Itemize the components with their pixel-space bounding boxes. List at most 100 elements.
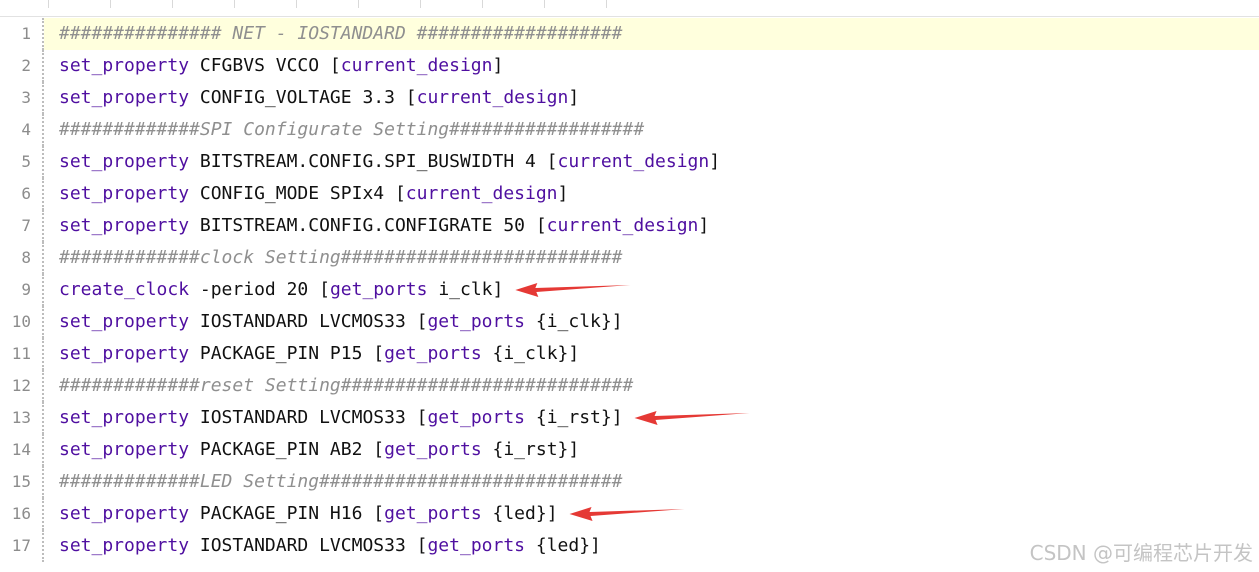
keyword-token: get_ports	[384, 439, 482, 460]
line-number: 6	[0, 178, 44, 210]
line-number: 1	[0, 18, 44, 50]
keyword-token: current_design	[416, 87, 569, 108]
line-code[interactable]: set_property CONFIG_MODE SPIx4 [current_…	[44, 178, 1259, 210]
keyword-token: get_ports	[427, 535, 526, 556]
code-line[interactable]: 3 set_property CONFIG_VOLTAGE 3.3 [curren…	[0, 82, 1259, 114]
line-number: 8	[0, 242, 44, 274]
text-token: {i_rst}]	[525, 407, 623, 428]
line-number: 4	[0, 114, 44, 146]
code-line[interactable]: 15 #############LED Setting##############…	[0, 466, 1259, 498]
line-code[interactable]: #############reset Setting##############…	[44, 370, 1259, 402]
keyword-token: set_property	[59, 183, 190, 204]
line-number: 10	[0, 306, 44, 338]
keyword-token: set_property	[59, 439, 190, 460]
code-line[interactable]: 8 #############clock Setting#############…	[0, 242, 1259, 274]
line-number: 9	[0, 274, 44, 306]
text-token: i_clk]	[427, 279, 504, 300]
ruler-tick	[48, 0, 49, 8]
text-token: CONFIG_MODE SPIx4 [	[189, 183, 406, 204]
code-editor[interactable]: 1 ############### NET - IOSTANDARD ######…	[0, 18, 1259, 572]
code-line[interactable]: 5 set_property BITSTREAM.CONFIG.SPI_BUSWI…	[0, 146, 1259, 178]
keyword-token: set_property	[59, 311, 190, 332]
text-token: CONFIG_VOLTAGE 3.3 [	[189, 87, 417, 108]
keyword-token: set_property	[59, 503, 190, 524]
keyword-token: create_clock	[59, 279, 190, 300]
text-token: BITSTREAM.CONFIG.SPI_BUSWIDTH 4 [	[189, 151, 558, 172]
keyword-token: get_ports	[329, 279, 428, 300]
ruler-tick	[606, 0, 607, 8]
keyword-token: current_design	[340, 55, 493, 76]
keyword-token: set_property	[59, 151, 190, 172]
code-line[interactable]: 13 set_property IOSTANDARD LVCMOS33 [get_…	[0, 402, 1259, 434]
text-token: PACKAGE_PIN H16 [	[189, 503, 385, 524]
keyword-token: set_property	[59, 215, 190, 236]
ruler-tick	[420, 0, 421, 8]
code-line[interactable]: 6 set_property CONFIG_MODE SPIx4 [current…	[0, 178, 1259, 210]
text-token: ]	[709, 151, 721, 172]
code-line[interactable]: 2 set_property CFGBVS VCCO [current_desig…	[0, 50, 1259, 82]
line-number: 12	[0, 370, 44, 402]
text-token: BITSTREAM.CONFIG.CONFIGRATE 50 [	[189, 215, 547, 236]
comment-token: #############SPI Configurate Setting####…	[59, 119, 645, 140]
text-token: ]	[568, 87, 580, 108]
code-line[interactable]: 10 set_property IOSTANDARD LVCMOS33 [get_…	[0, 306, 1259, 338]
text-token: {i_rst}]	[481, 439, 580, 460]
line-number: 5	[0, 146, 44, 178]
text-token: -period 20 [	[189, 279, 330, 300]
editor-ruler	[0, 0, 1259, 17]
text-token: PACKAGE_PIN P15 [	[189, 343, 385, 364]
line-number: 13	[0, 402, 44, 434]
line-number: 7	[0, 210, 44, 242]
code-line[interactable]: 9 create_clock -period 20 [get_ports i_cl…	[0, 274, 1259, 306]
line-number: 15	[0, 466, 44, 498]
keyword-token: set_property	[59, 87, 190, 108]
keyword-token: current_design	[405, 183, 558, 204]
code-line[interactable]: 7 set_property BITSTREAM.CONFIG.CONFIGRAT…	[0, 210, 1259, 242]
ruler-tick	[544, 0, 545, 8]
line-code[interactable]: create_clock -period 20 [get_ports i_clk…	[44, 274, 1259, 306]
code-line[interactable]: 1 ############### NET - IOSTANDARD ######…	[0, 18, 1259, 50]
line-code[interactable]: set_property CONFIG_VOLTAGE 3.3 [current…	[44, 82, 1259, 114]
line-code[interactable]: #############LED Setting################…	[44, 466, 1259, 498]
text-token: ]	[557, 183, 569, 204]
keyword-token: set_property	[59, 55, 190, 76]
text-token: ]	[492, 55, 504, 76]
code-line[interactable]: 14 set_property PACKAGE_PIN AB2 [get_port…	[0, 434, 1259, 466]
line-code[interactable]: set_property BITSTREAM.CONFIG.SPI_BUSWID…	[44, 146, 1259, 178]
keyword-token: current_design	[557, 151, 710, 172]
line-code[interactable]: ############### NET - IOSTANDARD #######…	[44, 18, 1259, 50]
keyword-token: get_ports	[427, 407, 526, 428]
line-code[interactable]: set_property IOSTANDARD LVCMOS33 [get_po…	[44, 402, 1259, 434]
comment-token: #############reset Setting##############…	[59, 375, 634, 396]
text-token: IOSTANDARD LVCMOS33 [	[189, 407, 428, 428]
text-token: {i_clk}]	[525, 311, 623, 332]
ruler-tick	[110, 0, 111, 8]
line-code[interactable]: set_property IOSTANDARD LVCMOS33 [get_po…	[44, 306, 1259, 338]
line-code[interactable]: set_property PACKAGE_PIN P15 [get_ports …	[44, 338, 1259, 370]
text-token: CFGBVS VCCO [	[189, 55, 341, 76]
text-token: ]	[698, 215, 710, 236]
line-number: 14	[0, 434, 44, 466]
keyword-token: set_property	[59, 343, 190, 364]
ruler-tick	[482, 0, 483, 8]
line-code[interactable]: set_property BITSTREAM.CONFIG.CONFIGRATE…	[44, 210, 1259, 242]
line-code[interactable]: set_property CFGBVS VCCO [current_design…	[44, 50, 1259, 82]
line-code[interactable]: set_property PACKAGE_PIN AB2 [get_ports …	[44, 434, 1259, 466]
ruler-tick	[358, 0, 359, 8]
text-token: {i_clk}]	[481, 343, 580, 364]
code-line[interactable]: 16 set_property PACKAGE_PIN H16 [get_port…	[0, 498, 1259, 530]
line-number: 11	[0, 338, 44, 370]
line-number: 16	[0, 498, 44, 530]
line-number: 3	[0, 82, 44, 114]
code-line[interactable]: 12 #############reset Setting############…	[0, 370, 1259, 402]
comment-token: #############clock Setting##############…	[59, 247, 623, 268]
line-code[interactable]: set_property PACKAGE_PIN H16 [get_ports …	[44, 498, 1259, 530]
ruler-tick	[296, 0, 297, 8]
line-code[interactable]: #############SPI Configurate Setting####…	[44, 114, 1259, 146]
keyword-token: get_ports	[384, 343, 482, 364]
code-line[interactable]: 11 set_property PACKAGE_PIN P15 [get_port…	[0, 338, 1259, 370]
text-token: IOSTANDARD LVCMOS33 [	[189, 535, 428, 556]
code-line[interactable]: 4 #############SPI Configurate Setting###…	[0, 114, 1259, 146]
line-code[interactable]: #############clock Setting##############…	[44, 242, 1259, 274]
text-token: IOSTANDARD LVCMOS33 [	[189, 311, 428, 332]
